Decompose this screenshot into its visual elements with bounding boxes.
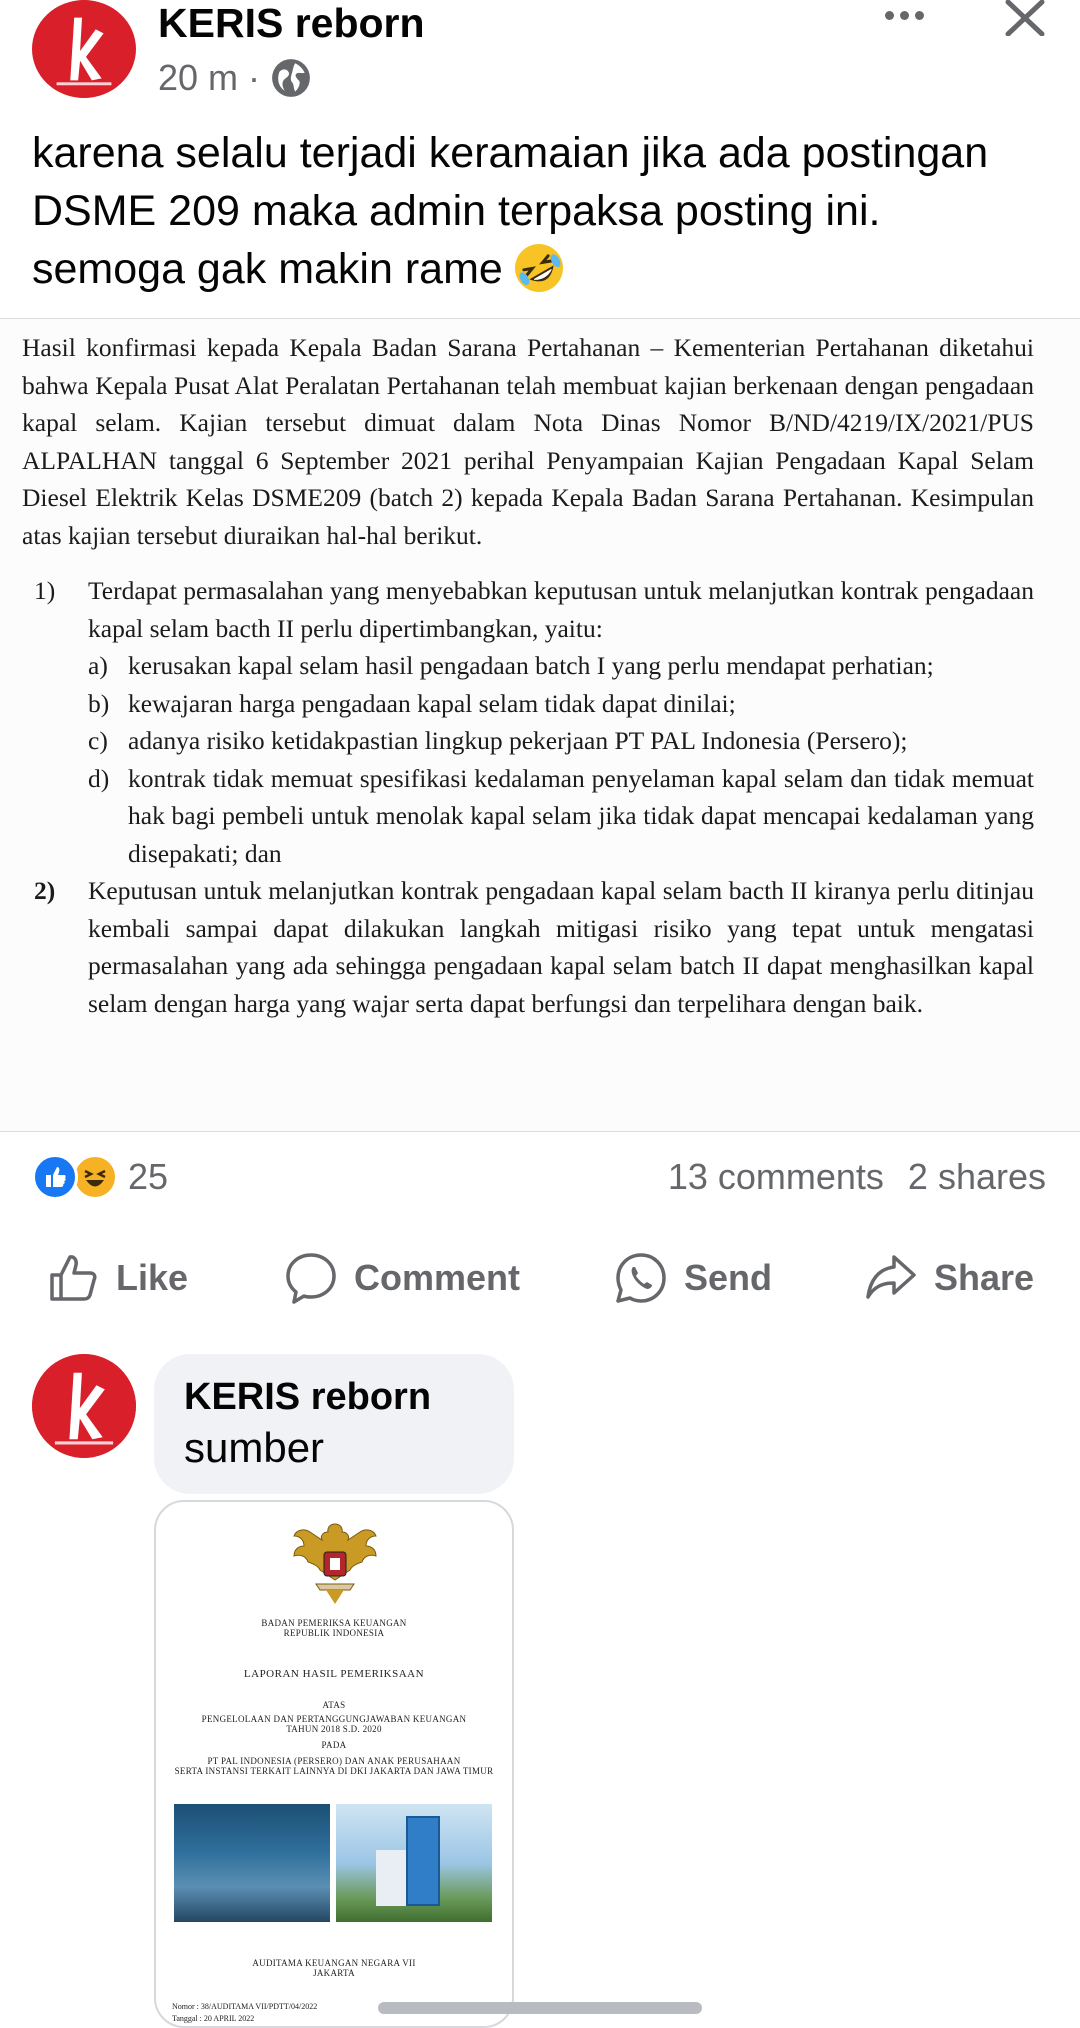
subitem-text: kerusakan kapal selam hasil pengadaan ba… [128, 651, 934, 680]
share-arrow-icon [866, 1255, 916, 1299]
cover-line: TAHUN 2018 S.D. 2020 [286, 1724, 382, 1734]
subitem-c: c) adanya risiko ketidakpastian lingkup … [88, 722, 1034, 760]
horizontal-scrollbar[interactable] [378, 2002, 702, 2014]
like-reaction-icon [32, 1154, 78, 1200]
reaction-count: 25 [128, 1156, 169, 1197]
document-paragraph: Hasil konfirmasi kepada Kepala Badan Sar… [22, 333, 1034, 550]
like-label: Like [116, 1257, 189, 1298]
subitem-a: a) kerusakan kapal selam hasil pengadaan… [88, 647, 1034, 685]
rolling-on-floor-laughing-emoji-icon [514, 243, 563, 292]
garuda-emblem-icon [293, 1523, 377, 1604]
subitem-text: adanya risiko ketidakpastian lingkup pek… [128, 726, 908, 755]
share-button[interactable]: Share [864, 1248, 1034, 1308]
whatsapp-icon [616, 1253, 666, 1303]
send-button[interactable]: Send [614, 1248, 772, 1308]
subitem-text: kontrak tidak memuat spesifikasi kedalam… [128, 763, 1034, 868]
cover-line: PADA [321, 1740, 347, 1750]
shipyard-photo [174, 1804, 330, 1922]
caption-line: DSME 209 maka admin terpaksa posting ini… [32, 187, 881, 235]
comment-bubble-icon [286, 1253, 336, 1304]
report-cover: BADAN PEMERIKSA KEUANGAN REPUBLIK INDONE… [156, 1502, 512, 2026]
comment-text: sumber [184, 1424, 325, 1471]
more-options-icon[interactable] [876, 0, 932, 30]
comment-button[interactable]: Comment [284, 1248, 520, 1308]
item-text: Keputusan untuk melanjutkan kontrak peng… [88, 876, 1034, 1018]
post-meta: 20 m · [158, 56, 312, 100]
post-action-bar: Like Comment Send Share [0, 1238, 1080, 1318]
subitem-letter: a) [88, 651, 108, 680]
post-caption: karena selalu terjadi keramaian jika ada… [32, 124, 1062, 298]
cover-line: SERTA INSTANSI TERKAIT LAINNYA DI DKI JA… [174, 1766, 494, 1776]
subitem-letter: d) [88, 763, 110, 793]
close-icon[interactable] [998, 0, 1052, 36]
cover-line: PENGELOLAAN DAN PERTANGGUNGJAWABAN KEUAN… [201, 1714, 467, 1724]
reaction-icons [32, 1154, 122, 1200]
document-text: Hasil konfirmasi kepada Kepala Badan Sar… [22, 329, 1034, 1022]
comment-bubble[interactable]: KERIS reborn sumber [154, 1354, 514, 1494]
subitem-d: d) kontrak tidak memuat spesifikasi keda… [88, 760, 1034, 873]
subitem-letter: c) [88, 726, 108, 755]
cover-date: Tanggal : 20 APRIL 2022 [172, 2014, 255, 2023]
caption-line: semoga gak makin rame [32, 240, 1062, 298]
post-author[interactable]: KERIS reborn [158, 0, 425, 46]
commenter-avatar[interactable] [32, 1354, 136, 1458]
building-photo [336, 1804, 492, 1922]
post-time[interactable]: 20 m · [158, 56, 260, 100]
haha-reaction-icon [72, 1154, 118, 1200]
comment-label: Comment [354, 1257, 521, 1298]
keris-logo-icon [35, 0, 133, 98]
cover-number: Nomor : 38/AUDITAMA VII/PDTT/04/2022 [172, 2002, 318, 2011]
subitem-text: kewajaran harga pengadaan kapal selam ti… [128, 688, 736, 718]
keris-logo-icon [32, 1354, 136, 1458]
page-avatar[interactable] [32, 0, 136, 98]
item-number: 1) [34, 576, 56, 605]
cover-line: ATAS [322, 1700, 346, 1710]
globe-icon [272, 59, 310, 97]
comment-author[interactable]: KERIS reborn [184, 1374, 484, 1420]
cover-org-line: BADAN PEMERIKSA KEUANGAN [261, 1618, 407, 1628]
cover-city: JAKARTA [313, 1968, 355, 1978]
subitem-b: b) kewajaran harga pengadaan kapal selam… [88, 685, 1034, 723]
send-label: Send [684, 1257, 773, 1298]
cover-report-title: LAPORAN HASIL PEMERIKSAAN [243, 1668, 425, 1680]
caption-line: karena selalu terjadi keramaian jika ada… [32, 129, 989, 177]
share-label: Share [934, 1257, 1035, 1298]
cover-line: PT PAL INDONESIA (PERSERO) DAN ANAK PERU… [207, 1756, 461, 1766]
cover-org-line: REPUBLIK INDONESIA [283, 1628, 385, 1638]
item-number: 2) [34, 876, 56, 905]
like-button[interactable]: Like [46, 1248, 188, 1308]
comments-count[interactable]: 13 comments [668, 1156, 884, 1198]
engagement-stats: 13 comments 2 shares [668, 1156, 1046, 1198]
document-list: 1) Terdapat permasalahan yang menyebabka… [22, 572, 1034, 1022]
comment-attachment-image[interactable]: BADAN PEMERIKSA KEUANGAN REPUBLIK INDONE… [154, 1500, 514, 2028]
post-image-document[interactable]: Hasil konfirmasi kepada Kepala Badan Sar… [0, 318, 1080, 1132]
document-item-1: 1) Terdapat permasalahan yang menyebabka… [22, 572, 1034, 872]
item-text: Terdapat permasalahan yang menyebabkan k… [88, 576, 1034, 643]
thumbs-up-icon [50, 1255, 97, 1301]
cover-auditor: AUDITAMA KEUANGAN NEGARA VII [252, 1958, 416, 1968]
subitem-letter: b) [88, 688, 110, 718]
shares-count[interactable]: 2 shares [908, 1156, 1046, 1198]
document-item-2: 2) Keputusan untuk melanjutkan kontrak p… [22, 872, 1034, 1022]
reactions-summary[interactable]: 25 13 comments 2 shares [0, 1148, 1080, 1206]
post-header: KERIS reborn 20 m · [0, 0, 1080, 120]
